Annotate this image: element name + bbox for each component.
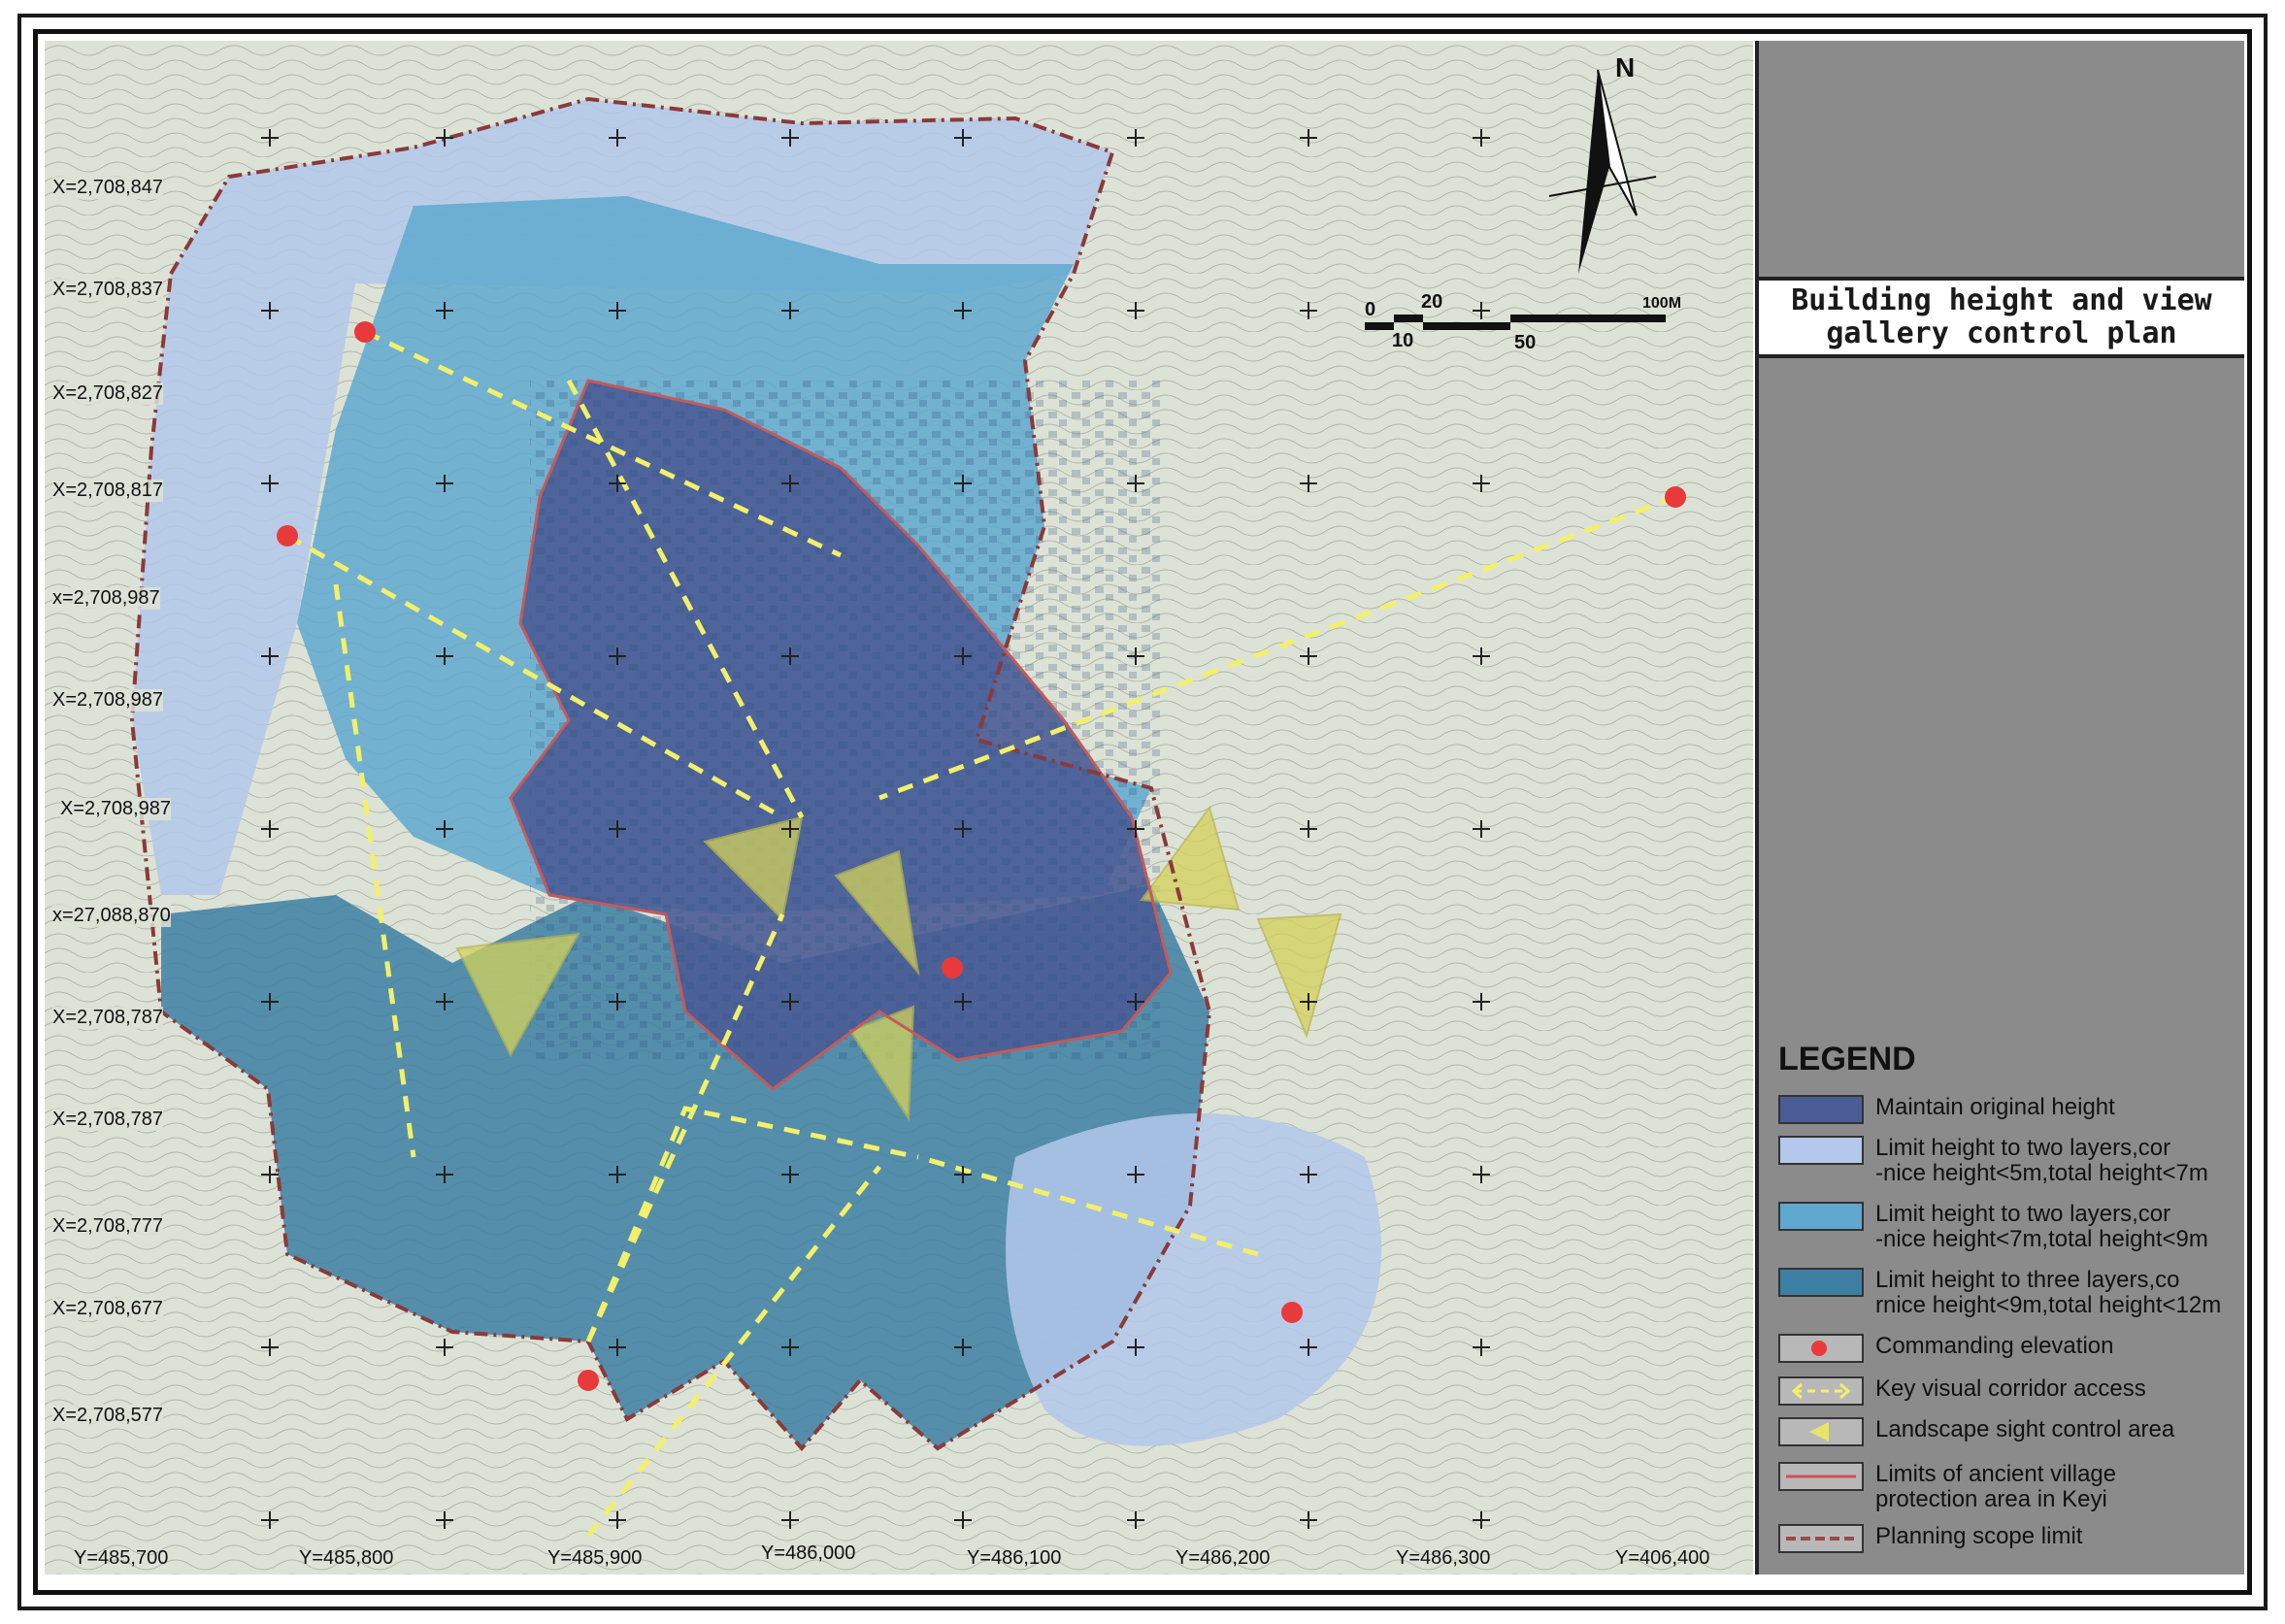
legend-label: Landscape sight control area	[1875, 1416, 2175, 1442]
x-coordinate-label: x=27,088,870	[52, 905, 171, 927]
legend-swatch-star	[1778, 1334, 1864, 1363]
legend-panel: Building height and view gallery control…	[1755, 41, 2244, 1574]
legend-label: Commanding elevation	[1875, 1333, 2114, 1359]
x-coordinate-label: X=2,708,777	[52, 1215, 163, 1238]
legend-heading: LEGEND	[1778, 1041, 1916, 1077]
x-coordinate-label: X=2,708,817	[52, 480, 163, 502]
legend-swatch-fill	[1778, 1095, 1864, 1124]
map-drawing	[45, 41, 1753, 1574]
legend-label: Planning scope limit	[1875, 1523, 2083, 1549]
y-coordinate-label: Y=486,100	[967, 1547, 1062, 1569]
legend-swatch-fill	[1778, 1268, 1864, 1297]
y-coordinate-label: Y=486,000	[761, 1542, 856, 1564]
legend-item: Limit height to two layers,cor -nice hei…	[1778, 1136, 2235, 1186]
elevation-1	[354, 321, 376, 343]
scale-label-10: 10	[1392, 330, 1414, 351]
legend-item: Limits of ancient village protection are…	[1778, 1462, 2235, 1512]
title-box: Building height and view gallery control…	[1759, 277, 2244, 358]
legend-label: Maintain original height	[1875, 1094, 2115, 1120]
legend-label: Limit height to three layers,co rnice he…	[1875, 1267, 2222, 1318]
legend-item: Limit height to two layers,cor -nice hei…	[1778, 1202, 2235, 1252]
scale-bar-segment-1	[1365, 322, 1394, 330]
legend-swatch-triangle	[1778, 1417, 1864, 1446]
map-title: Building height and view gallery control…	[1791, 283, 2212, 350]
elevation-4	[1665, 486, 1686, 508]
elevation-6	[578, 1370, 599, 1391]
x-coordinate-label: X=2,708,987	[52, 689, 163, 712]
map-canvas[interactable]: N 0 10 20 50 100M X=2,708,847 X=2,708,837…	[45, 41, 1753, 1574]
elevation-2	[277, 525, 298, 547]
y-coordinate-label: Y=486,300	[1396, 1547, 1491, 1569]
elevation-5	[1281, 1302, 1303, 1323]
legend-swatch-line	[1778, 1462, 1864, 1491]
y-coordinate-label: Y=486,200	[1176, 1547, 1271, 1569]
legend-item: Planning scope limit	[1778, 1524, 2235, 1553]
x-coordinate-label: X=2,708,677	[52, 1298, 163, 1320]
y-coordinate-label: Y=485,700	[74, 1547, 169, 1569]
legend-item: Key visual corridor access	[1778, 1376, 2235, 1406]
y-coordinate-label: Y=406,400	[1615, 1547, 1710, 1569]
legend-item: Landscape sight control area	[1778, 1417, 2235, 1446]
scale-bar-segment-3	[1423, 322, 1510, 330]
legend-item: Maintain original height	[1778, 1095, 2235, 1124]
legend-label: Key visual corridor access	[1875, 1375, 2146, 1402]
scale-bar-segment-4	[1510, 315, 1666, 322]
legend-item: Commanding elevation	[1778, 1334, 2235, 1363]
scale-label-20: 20	[1421, 291, 1443, 313]
scale-label-0: 0	[1365, 299, 1376, 320]
legend-swatch-fill	[1778, 1202, 1864, 1231]
y-coordinate-label: Y=485,800	[299, 1547, 394, 1569]
north-label: N	[1615, 52, 1636, 83]
legend-swatch-arrows	[1778, 1376, 1864, 1406]
x-coordinate-label: X=2,708,787	[52, 1109, 163, 1131]
x-coordinate-label: X=2,708,787	[52, 1007, 163, 1029]
scale-label-50: 50	[1514, 332, 1537, 353]
scale-label-100m: 100M	[1642, 295, 1682, 312]
legend-label: Limits of ancient village protection are…	[1875, 1461, 2117, 1512]
x-coordinate-label: X=2,708,987	[60, 798, 171, 820]
legend-label: Limit height to two layers,cor -nice hei…	[1875, 1201, 2208, 1252]
legend-label: Limit height to two layers,cor -nice hei…	[1875, 1135, 2208, 1186]
scale-bar-segment-2	[1394, 315, 1423, 322]
x-coordinate-label: X=2,708,577	[52, 1405, 163, 1427]
y-coordinate-label: Y=485,900	[547, 1547, 643, 1569]
legend-swatch-fill	[1778, 1136, 1864, 1165]
x-coordinate-label: X=2,708,837	[52, 279, 163, 301]
elevation-3	[942, 957, 963, 978]
x-coordinate-label: x=2,708,987	[52, 587, 160, 610]
x-coordinate-label: X=2,708,847	[52, 177, 163, 199]
legend-item: Limit height to three layers,co rnice he…	[1778, 1268, 2235, 1318]
x-coordinate-label: X=2,708,827	[52, 382, 163, 405]
legend-swatch-dashline	[1778, 1524, 1864, 1553]
